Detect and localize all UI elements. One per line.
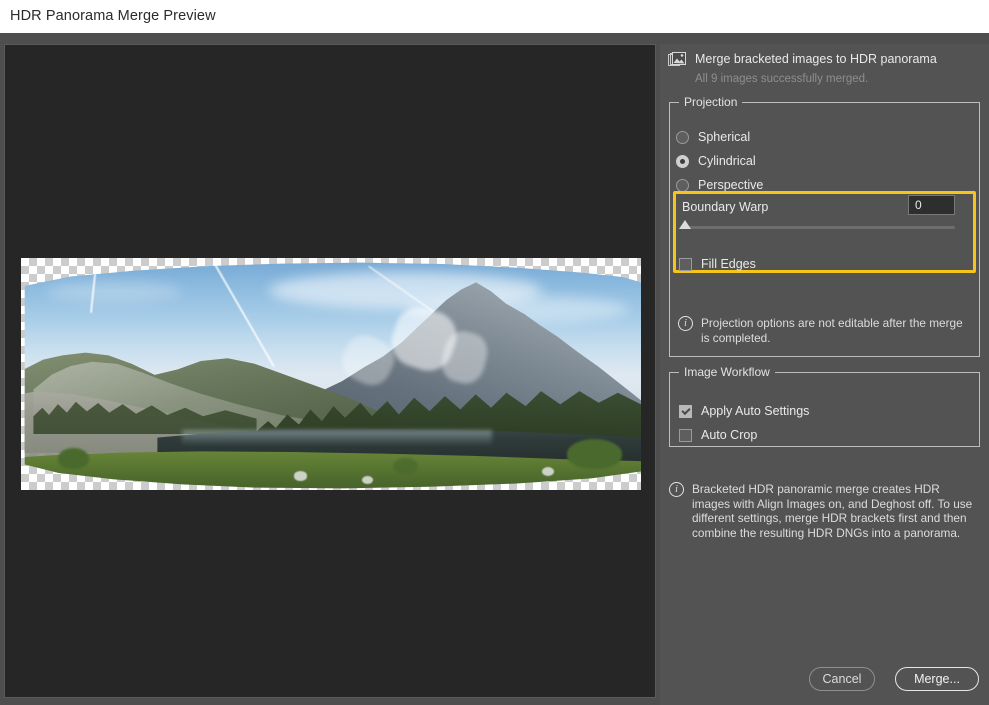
rock [294, 471, 308, 480]
boundary-warp-label: Boundary Warp [682, 200, 768, 214]
boundary-warp-slider-thumb[interactable] [679, 220, 691, 229]
projection-note: i Projection options are not editable af… [678, 316, 963, 345]
settings-panel: Merge bracketed images to HDR panorama A… [660, 44, 989, 705]
window-title: HDR Panorama Merge Preview [10, 8, 216, 24]
info-icon: i [669, 482, 684, 497]
boundary-warp-slider-track[interactable] [682, 226, 955, 229]
checkbox-auto-crop[interactable]: Auto Crop [679, 425, 757, 445]
panorama-stage [21, 258, 641, 490]
radio-cylindrical[interactable]: Cylindrical [676, 150, 756, 172]
fill-edges-checkbox-box[interactable] [679, 258, 692, 271]
image-stack-icon [668, 52, 686, 68]
info-icon: i [678, 316, 693, 331]
cancel-button[interactable]: Cancel [809, 667, 875, 691]
shrub [393, 458, 418, 474]
image-workflow-group-legend: Image Workflow [679, 365, 775, 379]
radio-cylindrical-label: Cylindrical [698, 154, 756, 168]
shrub [567, 439, 623, 469]
merge-button[interactable]: Merge... [895, 667, 979, 691]
merge-status-text: All 9 images successfully merged. [695, 73, 868, 85]
radio-spherical[interactable]: Spherical [676, 126, 750, 148]
panorama-image [21, 258, 641, 490]
radio-spherical-indicator[interactable] [676, 131, 689, 144]
projection-group-legend: Projection [679, 95, 742, 109]
apply-auto-settings-label: Apply Auto Settings [701, 404, 809, 418]
radio-spherical-label: Spherical [698, 130, 750, 144]
auto-crop-label: Auto Crop [701, 428, 757, 442]
rock [362, 476, 373, 484]
checkbox-fill-edges[interactable]: Fill Edges [679, 254, 756, 274]
lake-reflection [182, 430, 492, 446]
checkbox-apply-auto-settings[interactable]: Apply Auto Settings [679, 401, 809, 421]
radio-cylindrical-indicator[interactable] [676, 155, 689, 168]
panel-title: Merge bracketed images to HDR panorama [695, 52, 937, 66]
cloud [46, 281, 182, 302]
merge-note: i Bracketed HDR panoramic merge creates … [669, 482, 979, 540]
projection-note-text: Projection options are not editable afte… [701, 316, 963, 345]
radio-perspective-indicator[interactable] [676, 179, 689, 192]
hdr-panorama-merge-preview-window: HDR Panorama Merge Preview [0, 0, 989, 705]
merge-note-text: Bracketed HDR panoramic merge creates HD… [692, 482, 979, 540]
auto-crop-checkbox-box[interactable] [679, 429, 692, 442]
window-titlebar: HDR Panorama Merge Preview [0, 0, 989, 33]
fill-edges-label: Fill Edges [701, 257, 756, 271]
preview-canvas [5, 45, 655, 697]
shrub [58, 448, 89, 469]
radio-perspective-label: Perspective [698, 178, 763, 192]
apply-auto-settings-checkbox-box[interactable] [679, 405, 692, 418]
boundary-warp-value-field[interactable]: 0 [908, 195, 955, 215]
panorama-preview-area[interactable] [4, 44, 656, 698]
panel-header: Merge bracketed images to HDR panorama A… [668, 50, 983, 96]
